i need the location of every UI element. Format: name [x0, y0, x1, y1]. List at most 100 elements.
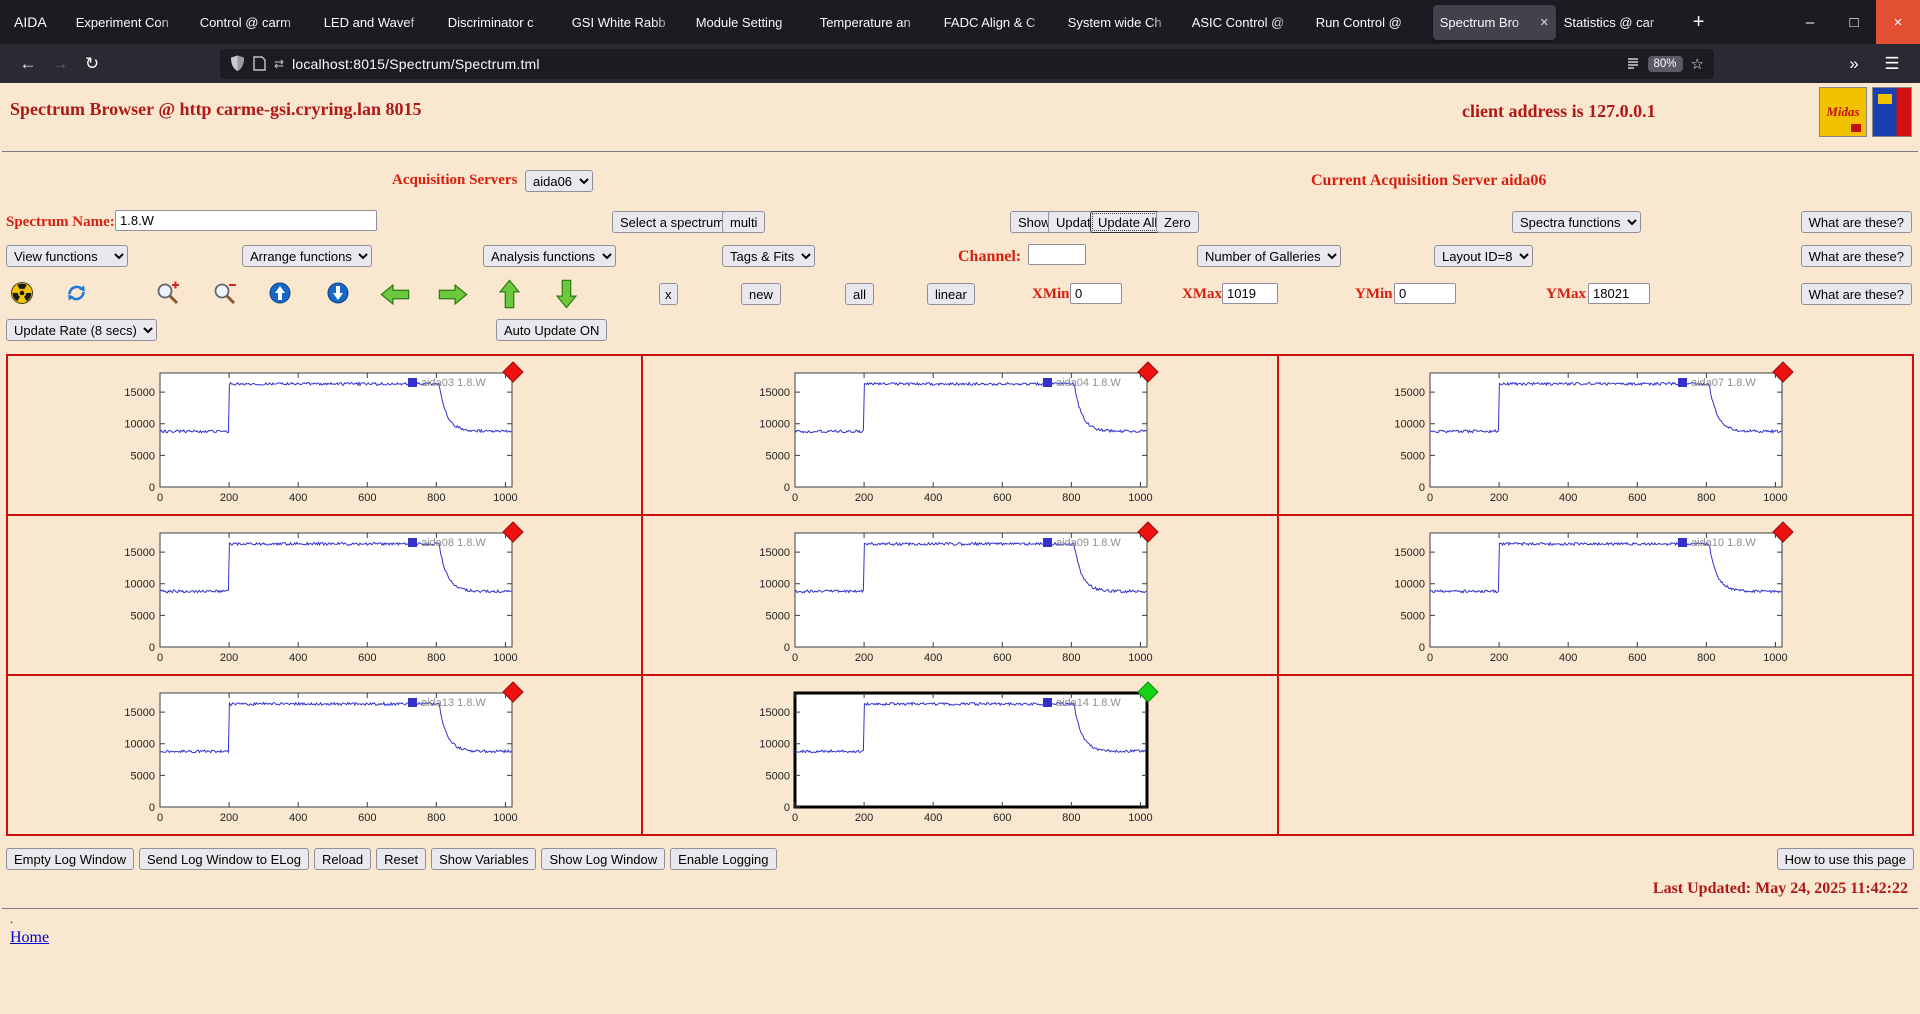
move-up-icon[interactable] [499, 279, 520, 309]
spectrum-plot-aida03[interactable]: 0 200 400 600 800 1000050001000015000aida03 1… [110, 357, 540, 513]
what-are-these-button-3[interactable]: What are these? [1800, 283, 1912, 305]
hamburger-menu-icon[interactable]: ☰ [1876, 50, 1908, 78]
gallery-cell-aida13[interactable]: 0 200 400 600 800 1000 0 5000 10000 15000 aida13 1… [7, 675, 643, 835]
svg-text:800: 800 [1697, 492, 1715, 504]
back-button[interactable]: ← [12, 50, 44, 78]
spectrum-plot-aida07[interactable]: 0 200 400 600 800 1000050001000015000aida07 1… [1380, 357, 1810, 513]
multi-button[interactable]: multi [722, 211, 766, 233]
window-title: AIDA [14, 14, 47, 30]
spectrum-plot-aida04[interactable]: 0 200 400 600 800 1000050001000015000aida04 1… [745, 357, 1175, 513]
tab-experiment-con[interactable]: Experiment Con [69, 5, 192, 40]
x-button[interactable]: x [659, 283, 678, 305]
tab-statistics-car[interactable]: Statistics @ car [1557, 5, 1680, 40]
home-link[interactable]: Home [10, 929, 49, 947]
gallery-cell-aida10[interactable]: 0 200 400 600 800 1000 0 5000 10000 15000 aida10 1… [1277, 515, 1913, 675]
move-left-icon[interactable] [380, 284, 410, 305]
channel-input[interactable] [1028, 244, 1086, 265]
layout-id-select[interactable]: Layout ID=8 [1434, 245, 1533, 267]
tab-discriminator-c[interactable]: Discriminator c [441, 5, 564, 40]
zero-button[interactable]: Zero [1156, 211, 1199, 233]
spectrum-name-input[interactable] [115, 210, 377, 231]
bookmark-star-icon[interactable]: ☆ [1691, 55, 1704, 73]
zoom-level-badge[interactable]: 80% [1647, 55, 1683, 72]
gallery-cell-aida04[interactable]: 0 200 400 600 800 1000 0 5000 10000 15000 aida04 1… [642, 355, 1278, 515]
move-down-icon[interactable] [556, 279, 577, 309]
shield-icon[interactable] [230, 55, 245, 72]
analysis-functions-select[interactable]: Analysis functions [483, 245, 616, 267]
gallery-cell-aida08[interactable]: 0 200 400 600 800 1000 0 5000 10000 15000 aida08 1… [7, 515, 643, 675]
enable-logging-button[interactable]: Enable Logging [670, 848, 777, 870]
what-are-these-button-1[interactable]: What are these? [1800, 211, 1912, 233]
number-of-galleries-select[interactable]: Number of Galleries [1197, 245, 1341, 267]
acquisition-server-select[interactable]: aida06 [525, 170, 593, 192]
new-tab-button[interactable]: + [1681, 11, 1717, 34]
gallery-cell-aida03[interactable]: 0 200 400 600 800 1000 0 5000 10000 15000 aida03 1… [7, 355, 643, 515]
all-button[interactable]: all [845, 283, 875, 305]
tab-fadc-align-c[interactable]: FADC Align & C [937, 5, 1060, 40]
tab-asic-control[interactable]: ASIC Control @ [1185, 5, 1308, 40]
how-to-use-button[interactable]: How to use this page [1776, 848, 1914, 870]
update-rate-select[interactable]: Update Rate (8 secs) [6, 319, 157, 341]
empty-log-window-button[interactable]: Empty Log Window [6, 848, 134, 870]
gallery-cell-aida09[interactable]: 0 200 400 600 800 1000 0 5000 10000 15000 aida09 1… [642, 515, 1278, 675]
view-functions-select[interactable]: View functions [6, 245, 128, 267]
connection-icon[interactable]: ⇄ [274, 57, 284, 71]
spectrum-plot-aida09[interactable]: 0 200 400 600 800 1000050001000015000aida09 1… [745, 517, 1175, 673]
maximize-button[interactable]: □ [1832, 0, 1876, 44]
spectrum-plot-aida08[interactable]: 0 200 400 600 800 1000050001000015000aida08 1… [110, 517, 540, 673]
overflow-menu-icon[interactable]: » [1838, 50, 1870, 78]
forward-button[interactable]: → [44, 50, 76, 78]
blue-arrow-up-icon[interactable] [268, 281, 292, 305]
spectrum-plot-aida14[interactable]: 0 200 400 600 800 1000050001000015000aida14 1… [745, 677, 1175, 833]
svg-text:15000: 15000 [1395, 387, 1426, 399]
tab-spectrum-bro[interactable]: Spectrum Bro × [1432, 4, 1556, 40]
tab-temperature-an[interactable]: Temperature an [813, 5, 936, 40]
auto-update-button[interactable]: Auto Update ON [496, 319, 608, 341]
send-log-window-to-elog-button[interactable]: Send Log Window to ELog [139, 848, 309, 870]
midas-logo: Midas [1819, 87, 1867, 137]
gallery-cell-aida14[interactable]: 0 200 400 600 800 1000 0 5000 10000 15000 aida14 1… [642, 675, 1278, 835]
arrange-functions-select[interactable]: Arrange functions [242, 245, 372, 267]
new-button[interactable]: new [741, 283, 781, 305]
ymax-input[interactable] [1588, 283, 1650, 304]
show-variables-button[interactable]: Show Variables [431, 848, 537, 870]
reload-button[interactable]: ↻ [76, 50, 108, 78]
tags-fits-select[interactable]: Tags & Fits [722, 245, 815, 267]
spectrum-name-label: Spectrum Name: [6, 214, 115, 230]
what-are-these-button-2[interactable]: What are these? [1800, 245, 1912, 267]
tab-control-carm[interactable]: Control @ carm [193, 5, 316, 40]
close-window-button[interactable]: × [1876, 0, 1920, 44]
ymin-input[interactable] [1394, 283, 1456, 304]
reader-mode-icon[interactable] [1626, 57, 1640, 71]
tab-run-control[interactable]: Run Control @ [1309, 5, 1432, 40]
permissions-icon[interactable] [253, 56, 266, 71]
linear-button[interactable]: linear [927, 283, 975, 305]
url-text[interactable]: localhost:8015/Spectrum/Spectrum.tml [292, 56, 1617, 72]
header-divider [2, 151, 1918, 152]
zoom-out-icon[interactable] [212, 280, 239, 307]
gallery-cell-aida07[interactable]: 0 200 400 600 800 1000 0 5000 10000 15000 aida07 1… [1277, 355, 1913, 515]
tab-close-icon[interactable]: × [1540, 14, 1549, 31]
spectra-functions-select[interactable]: Spectra functions [1512, 211, 1641, 233]
move-right-icon[interactable] [438, 284, 468, 305]
tab-label: Run Control @ [1315, 14, 1402, 30]
radiation-icon[interactable] [10, 281, 34, 305]
svg-text:200: 200 [220, 812, 238, 824]
tab-system-wide-ch[interactable]: System wide Ch [1061, 5, 1184, 40]
update-all-button[interactable]: Update All [1090, 211, 1166, 233]
zoom-in-icon[interactable] [155, 280, 182, 307]
tab-module-setting[interactable]: Module Setting [689, 5, 812, 40]
reload-button[interactable]: Reload [313, 848, 372, 870]
refresh-icon[interactable] [64, 281, 89, 305]
show-log-window-button[interactable]: Show Log Window [541, 848, 666, 870]
url-bar[interactable]: ⇄ localhost:8015/Spectrum/Spectrum.tml 8… [220, 48, 1714, 79]
reset-button[interactable]: Reset [376, 848, 427, 870]
blue-arrow-down-icon[interactable] [326, 281, 350, 305]
tab-gsi-white-rabb[interactable]: GSI White Rabb [565, 5, 688, 40]
xmin-input[interactable] [1070, 283, 1122, 304]
tab-led-and-wavef[interactable]: LED and Wavef [317, 5, 440, 40]
spectrum-plot-aida10[interactable]: 0 200 400 600 800 1000050001000015000aida10 1… [1380, 517, 1810, 673]
minimize-button[interactable]: – [1788, 0, 1832, 44]
spectrum-plot-aida13[interactable]: 0 200 400 600 800 1000050001000015000aida13 1… [110, 677, 540, 833]
xmax-input[interactable] [1222, 283, 1278, 304]
